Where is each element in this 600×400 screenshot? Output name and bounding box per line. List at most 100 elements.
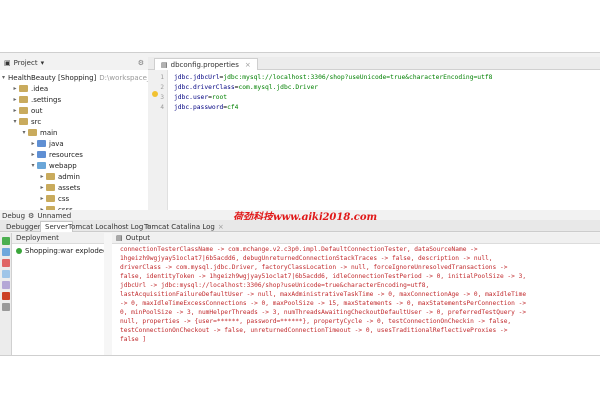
chevron-right-icon[interactable]: ▸ [11,85,19,92]
property-key: jdbc.user [174,94,209,101]
folder-icon [28,129,37,136]
run-icon[interactable] [2,237,10,245]
settings-icon[interactable] [2,303,10,311]
property-value: com.mysql.jdbc.Driver [238,84,319,91]
stop-icon[interactable] [2,259,10,267]
tree-item-label: main [40,128,58,137]
folder-icon [37,162,46,169]
debug-label: Debug [2,211,26,220]
debug-tab[interactable]: Debugger [2,221,45,232]
tree-item[interactable]: ▸ .settings [0,94,148,105]
property-key: jdbc.driverClass [174,84,235,91]
properties-file-icon: ▤ [161,60,168,69]
mute-breakpoints-icon[interactable] [2,292,10,300]
tree-item-label: .settings [31,95,62,104]
log-line: 1hgeizh9wgjyay51oclat7|6b5acdd6, debugUn… [120,255,493,262]
tree-item[interactable]: ▾HealthBeauty [Shopping]D:\workspace_ide… [0,72,148,83]
ide-window: ▣ Project ▾ ⚙ ▾ HealthBeauty [Shopping] D:… [0,52,600,356]
update-icon[interactable] [2,248,10,256]
tree-item[interactable]: ▸ resources [0,149,148,160]
deploy-icon[interactable] [2,270,10,278]
tree-item[interactable]: ▸ csss [0,204,148,210]
project-title: Project [13,58,38,67]
code-line: jdbc.password=cf4 [174,103,238,113]
chevron-right-icon[interactable]: ▸ [38,195,46,202]
chevron-right-icon[interactable]: ▸ [38,184,46,191]
tree-item[interactable]: ▾ main [0,127,148,138]
property-value: jdbc:mysql://localhost:3306/shop?useUnic… [223,74,493,81]
project-header[interactable]: ▣ Project ▾ ⚙ [0,57,148,68]
line-number: 2 [160,84,164,91]
chevron-down-icon[interactable]: ▾ [29,162,37,169]
folder-icon [19,85,28,92]
tree-item[interactable]: ▸ java [0,138,148,149]
chevron-down-icon[interactable]: ▾ [2,74,5,81]
editor-tab-label: dbconfig.properties [170,60,239,69]
chevron-right-icon[interactable]: ▸ [11,96,19,103]
debug-config-name[interactable]: Unnamed [37,212,71,220]
debug-config-icon: ⚙ [28,211,35,220]
lightbulb-icon[interactable] [152,91,158,97]
tree-item[interactable]: ▸ css [0,193,148,204]
output-header-label: Output [125,234,150,242]
tree-item-label: csss [58,205,73,211]
chevron-right-icon[interactable]: ▸ [29,140,37,147]
chevron-right-icon[interactable]: ▸ [29,151,37,158]
editor-gutter: 1 2 3 4 [148,70,168,210]
log-line: 0, minPoolSize -> 3, numHelperThreads ->… [120,309,527,316]
dropdown-arrow-icon[interactable]: ▾ [41,59,45,67]
tree-item[interactable]: ▸ out [0,105,148,116]
chevron-right-icon[interactable]: ▸ [38,206,46,210]
output-pane: ▤ Output connectionTesterClassName -> co… [112,233,600,355]
tree-item[interactable]: ▸ .idea [0,83,148,94]
debug-side-toolbar [0,233,12,355]
chevron-down-icon[interactable]: ▾ [20,129,28,136]
folder-icon [19,107,28,114]
code-editor[interactable]: jdbc.jdbcUrl=jdbc:mysql://localhost:3306… [168,70,600,210]
editor-tab-dbconfig[interactable]: ▤ dbconfig.properties × [154,58,258,70]
output-header-icon: ▤ [116,234,123,242]
folder-icon [46,206,55,210]
debug-tab-label: Debugger [6,222,41,231]
line-number: 3 [160,94,164,101]
property-value: root [211,94,228,101]
log-line: null, properties -> {user=******, passwo… [120,318,512,325]
chevron-down-icon[interactable]: ▾ [11,118,19,125]
debug-tab-label: Tomcat Catalina Log [144,222,215,231]
folder-icon [46,184,55,191]
tree-item[interactable]: ▾ src [0,116,148,127]
line-number: 4 [160,104,164,111]
log-line: connectionTesterClassName -> com.mchange… [120,246,478,253]
tree-item-label: css [58,194,70,203]
editor-tab-bar: ▤ dbconfig.properties × [148,57,600,70]
tree-item[interactable]: ▾ webapp [0,160,148,171]
property-key: jdbc.jdbcUrl [174,74,220,81]
log-line: jdbcUrl -> jdbc:mysql://localhost:3306/s… [120,282,430,289]
tree-item-label: .idea [31,84,49,93]
log-line: false, identityToken -> 1hgeizh9wgjyay51… [120,273,527,280]
debug-tab[interactable]: Tomcat Catalina Log × [140,221,228,232]
log-line: driverClass -> com.mysql.jdbc.Driver, fa… [120,264,508,271]
code-line: jdbc.user=root [174,93,227,103]
deployed-ok-icon [16,248,22,254]
tree-item-path: D:\workspace_idea\He [99,73,148,82]
tree-item-label: src [31,117,42,126]
deployment-item[interactable]: Shopping:war exploded [16,247,108,255]
chevron-right-icon[interactable]: ▸ [11,107,19,114]
debug-icon[interactable] [2,281,10,289]
tree-item[interactable]: ▸ admin [0,171,148,182]
property-value: cf4 [227,104,239,111]
line-number: 1 [160,74,164,81]
tree-item[interactable]: ▸ assets [0,182,148,193]
output-log[interactable]: connectionTesterClassName -> com.mchange… [120,245,598,344]
log-line: lastAcquisitionFailureDefaultUser -> nul… [120,291,527,298]
tree-item-label: assets [58,183,81,192]
gear-icon[interactable]: ⚙ [138,59,144,67]
close-icon[interactable]: × [245,61,251,69]
close-icon[interactable]: × [218,223,224,231]
output-header: ▤ Output [112,233,600,244]
tree-item-label: resources [49,150,83,159]
chevron-right-icon[interactable]: ▸ [38,173,46,180]
log-line: false ] [120,336,147,343]
code-line: jdbc.jdbcUrl=jdbc:mysql://localhost:3306… [174,73,492,83]
